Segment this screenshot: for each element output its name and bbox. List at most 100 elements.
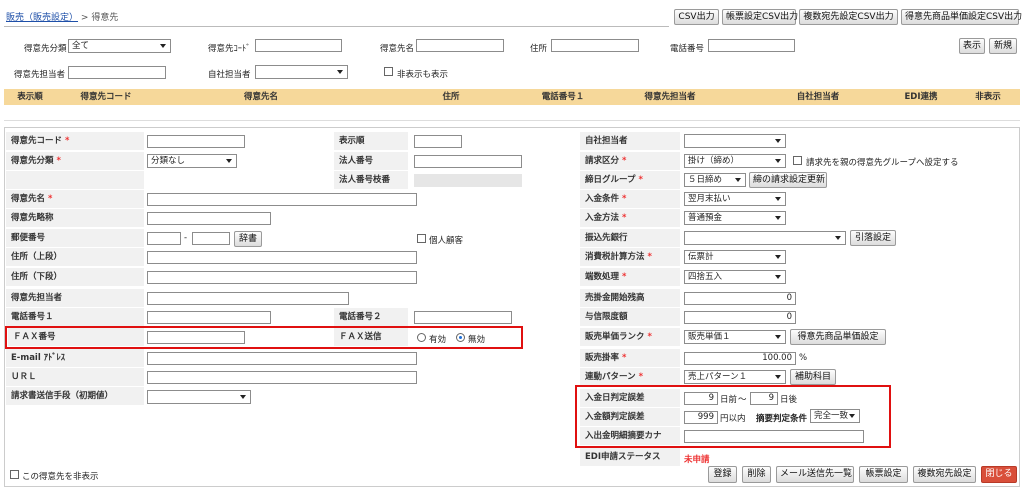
- mail-list-button[interactable]: メール送信先一覧: [776, 466, 854, 483]
- contact-label: 得意先担当者: [6, 289, 144, 308]
- csv-export-button[interactable]: CSV出力: [674, 9, 719, 25]
- dictionary-button[interactable]: 辞書: [234, 231, 262, 247]
- form-settings-button[interactable]: 帳票設定: [859, 466, 908, 483]
- short-name-input[interactable]: [147, 212, 271, 225]
- amount-tolerance-unit: 円以内: [720, 414, 746, 424]
- postal-label: 郵便番号: [6, 229, 144, 248]
- postal-input-1[interactable]: [147, 232, 181, 245]
- email-input[interactable]: [147, 352, 417, 365]
- search-code-input[interactable]: [255, 39, 342, 52]
- aux-account-button[interactable]: 補助科目: [790, 369, 836, 385]
- phone1-input[interactable]: [147, 311, 271, 324]
- show-hidden-checkbox[interactable]: [384, 67, 393, 76]
- search-name-input[interactable]: [416, 39, 504, 52]
- billing-type-select[interactable]: 掛け（締め）: [684, 154, 786, 168]
- display-order-input[interactable]: [414, 135, 462, 148]
- credit-limit-input[interactable]: 0: [684, 311, 796, 324]
- name-label: 得意先名 *: [6, 190, 144, 209]
- invoice-method-label: 請求書送信手段（初期値）: [6, 387, 144, 406]
- price-rank-select[interactable]: 販売単価１: [684, 330, 786, 344]
- link-pattern-select[interactable]: 売上パターン１: [684, 370, 786, 384]
- search-phone-label: 電話番号: [670, 44, 705, 54]
- tax-method-label: 消費税計算方法 *: [580, 248, 680, 267]
- fax-input[interactable]: [147, 331, 245, 344]
- edi-status-label: EDI申請ステータス: [580, 448, 680, 467]
- corp-no-label: 法人番号: [334, 152, 408, 171]
- date-tolerance-tilde: ～: [738, 395, 747, 405]
- new-button[interactable]: 新規: [989, 38, 1017, 54]
- rounding-select[interactable]: 四捨五入: [684, 270, 786, 284]
- col-customer-rep[interactable]: 得意先担当者: [590, 89, 750, 105]
- list-body: [4, 105, 1020, 121]
- delete-button[interactable]: 削除: [742, 466, 771, 483]
- show-button[interactable]: 表示: [959, 38, 985, 54]
- corp-no-input[interactable]: [414, 155, 522, 168]
- col-display-order[interactable]: 表示順: [4, 89, 56, 105]
- customer-price-button[interactable]: 得意先商品単価設定: [790, 329, 886, 345]
- col-edi[interactable]: EDI連携: [886, 89, 956, 105]
- col-customer-name[interactable]: 得意先名: [156, 89, 366, 105]
- parent-group-checkbox[interactable]: [793, 156, 802, 165]
- payment-terms-select[interactable]: 翌月末払い: [684, 192, 786, 206]
- search-category-select[interactable]: 全て: [68, 39, 171, 53]
- search-category-label: 得意先分類: [24, 44, 67, 54]
- invoice-method-select[interactable]: [147, 390, 251, 404]
- date-tolerance-label: 入金日判定誤差: [580, 389, 680, 408]
- price-settings-csv-button[interactable]: 得意先商品単価設定CSV出力: [901, 9, 1022, 25]
- col-customer-code[interactable]: 得意先コード: [56, 89, 156, 105]
- col-hidden[interactable]: 非表示: [956, 89, 1020, 105]
- addr2-label: 住所（下段）: [6, 268, 144, 287]
- url-input[interactable]: [147, 371, 417, 384]
- search-rep-input[interactable]: [68, 66, 166, 79]
- search-own-select[interactable]: [255, 65, 348, 79]
- sales-rate-unit: %: [799, 353, 808, 363]
- bank-select[interactable]: [684, 231, 846, 245]
- email-label: E-mail ｱﾄﾞﾚｽ: [6, 349, 144, 368]
- contact-input[interactable]: [147, 292, 349, 305]
- addr2-input[interactable]: [147, 271, 417, 284]
- phone2-label: 電話番号２: [334, 308, 408, 327]
- withdraw-settings-button[interactable]: 引落設定: [850, 230, 896, 246]
- code-input[interactable]: [147, 135, 245, 148]
- fax-label: ＦＡＸ番号: [8, 328, 144, 347]
- fax-send-disabled-radio[interactable]: [456, 333, 465, 342]
- tax-method-select[interactable]: 伝票計: [684, 250, 786, 264]
- summary-condition-select[interactable]: 完全一致: [810, 409, 860, 423]
- date-tolerance-before-input[interactable]: 9: [684, 392, 718, 405]
- postal-input-2[interactable]: [192, 232, 230, 245]
- fax-send-enabled-radio[interactable]: [417, 333, 426, 342]
- phone2-input[interactable]: [414, 311, 512, 324]
- col-own-rep[interactable]: 自社担当者: [750, 89, 886, 105]
- form-settings-csv-button[interactable]: 帳票設定CSV出力: [722, 9, 798, 25]
- detail-kana-input[interactable]: [684, 430, 864, 443]
- multi-dest-csv-button[interactable]: 複数宛先設定CSV出力: [799, 9, 898, 25]
- sales-rate-input[interactable]: 100.00: [684, 352, 796, 365]
- close-button[interactable]: 閉じる: [981, 466, 1017, 483]
- addr1-input[interactable]: [147, 251, 417, 264]
- closing-update-button[interactable]: 締の請求設定更新: [749, 172, 827, 188]
- amount-tolerance-input[interactable]: 999: [684, 411, 718, 424]
- search-address-input[interactable]: [551, 39, 639, 52]
- fax-send-label: ＦＡＸ送信: [334, 328, 408, 347]
- closing-group-select[interactable]: ５日締め: [684, 173, 746, 187]
- payment-method-select[interactable]: 普通預金: [684, 211, 786, 225]
- search-phone-input[interactable]: [708, 39, 795, 52]
- individual-checkbox[interactable]: [417, 234, 426, 243]
- category-select[interactable]: 分類なし: [147, 154, 237, 168]
- own-rep-select[interactable]: [684, 134, 786, 148]
- col-phone[interactable]: 電話番号１: [536, 89, 590, 105]
- individual-label: 個人顧客: [429, 236, 464, 246]
- date-tolerance-after-input[interactable]: 9: [750, 392, 778, 405]
- multi-dest-button[interactable]: 複数宛先設定: [913, 466, 976, 483]
- breadcrumb-parent-link[interactable]: 販売（販売設定）: [6, 13, 78, 23]
- edi-status-value: 未申請: [684, 455, 710, 465]
- hide-customer-checkbox[interactable]: [10, 470, 19, 479]
- ar-opening-input[interactable]: 0: [684, 292, 796, 305]
- col-address[interactable]: 住所: [366, 89, 536, 105]
- detail-kana-label: 入出金明細摘要カナ: [580, 427, 680, 446]
- amount-tolerance-label: 入金額判定誤差: [580, 408, 680, 427]
- search-rep-label: 得意先担当者: [14, 70, 66, 80]
- name-input[interactable]: [147, 193, 417, 206]
- phone1-label: 電話番号１: [6, 308, 144, 327]
- register-button[interactable]: 登録: [708, 466, 737, 483]
